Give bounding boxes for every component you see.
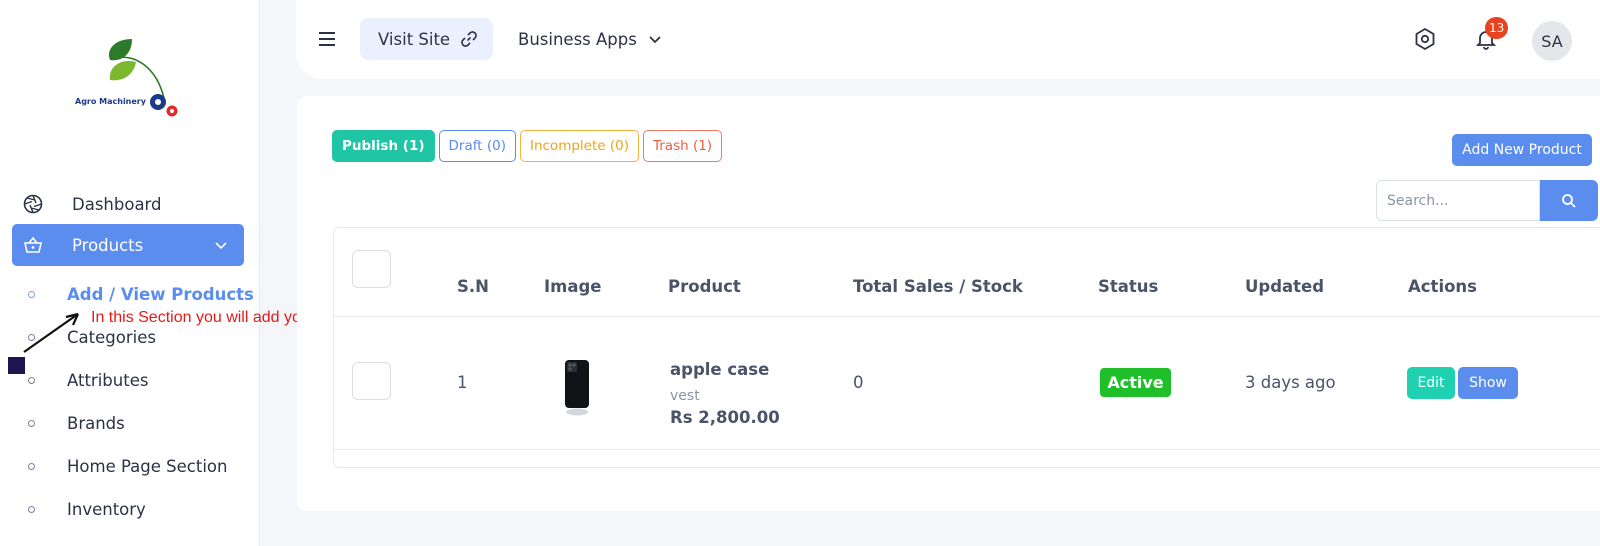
sidebar-subitem-label: Inventory xyxy=(67,499,146,519)
bullet-icon xyxy=(28,505,35,513)
search-icon xyxy=(1562,193,1576,208)
bullet-icon xyxy=(28,462,35,470)
bullet-icon xyxy=(28,290,35,298)
column-header-status[interactable]: Status xyxy=(1098,277,1158,296)
leaf-logo-icon xyxy=(108,39,178,117)
aperture-icon xyxy=(22,193,44,215)
status-badge: Active xyxy=(1100,368,1171,397)
add-new-product-button[interactable]: Add New Product xyxy=(1452,134,1592,166)
sidebar-subitem-brands[interactable]: Brands xyxy=(28,409,125,437)
sidebar-subitem-label: Brands xyxy=(67,413,125,433)
sidebar-subitem-add-view-products[interactable]: Add / View Products xyxy=(28,280,254,308)
sidebar-subitem-label: Attributes xyxy=(67,370,149,390)
business-apps-dropdown[interactable]: Business Apps xyxy=(518,18,663,60)
sidebar-subitem-home-page-section[interactable]: Home Page Section xyxy=(28,452,227,480)
products-card: Publish (1) Draft (0) Incomplete (0) Tra… xyxy=(297,96,1600,511)
bullet-icon xyxy=(28,376,35,384)
search-button[interactable] xyxy=(1540,180,1598,221)
logo-text: Agro Machinery xyxy=(75,97,146,106)
sidebar-item-dashboard[interactable]: Dashboard xyxy=(12,183,244,225)
column-header-actions: Actions xyxy=(1408,277,1477,296)
business-apps-label: Business Apps xyxy=(518,29,637,49)
sidebar-item-products[interactable]: Products xyxy=(12,224,244,266)
settings-hexagon-icon[interactable] xyxy=(1412,26,1438,52)
column-header-total-sales-stock[interactable]: Total Sales / Stock xyxy=(853,277,1023,296)
row-sales-stock: 0 xyxy=(853,373,864,392)
sidebar-item-label: Products xyxy=(72,235,144,255)
column-header-sn[interactable]: S.N xyxy=(457,277,489,296)
column-header-image: Image xyxy=(544,277,602,296)
notification-count-badge: 13 xyxy=(1485,17,1509,39)
annotation-arrow-icon xyxy=(23,312,80,353)
divider xyxy=(334,449,1600,450)
brand-logo[interactable]: Agro Machinery xyxy=(72,36,190,126)
product-thumbnail[interactable] xyxy=(563,358,591,416)
column-header-product[interactable]: Product xyxy=(668,277,741,296)
product-name-link[interactable]: apple case xyxy=(670,360,769,379)
status-tabs: Publish (1) Draft (0) Incomplete (0) Tra… xyxy=(332,130,723,162)
visit-site-button[interactable]: Visit Site xyxy=(360,18,493,60)
select-all-checkbox[interactable] xyxy=(352,250,391,288)
sidebar: Agro Machinery Dashboard Products Add / … xyxy=(0,0,260,546)
link-icon xyxy=(460,30,478,48)
tab-incomplete[interactable]: Incomplete (0) xyxy=(519,130,639,162)
row-updated: 3 days ago xyxy=(1245,373,1336,392)
sidebar-subitem-inventory[interactable]: Inventory xyxy=(28,495,146,523)
chevron-down-icon xyxy=(214,237,228,256)
tab-trash[interactable]: Trash (1) xyxy=(642,130,723,162)
tab-publish[interactable]: Publish (1) xyxy=(332,130,435,162)
tab-draft[interactable]: Draft (0) xyxy=(438,130,516,162)
divider xyxy=(334,316,1600,317)
column-header-updated[interactable]: Updated xyxy=(1245,277,1324,296)
show-button[interactable]: Show xyxy=(1458,367,1518,399)
bullet-icon xyxy=(28,419,35,427)
product-price: Rs 2,800.00 xyxy=(670,408,780,427)
row-sn: 1 xyxy=(457,373,468,392)
sidebar-subitem-label: Add / View Products xyxy=(67,284,254,304)
user-avatar[interactable]: SA xyxy=(1532,21,1572,61)
hamburger-menu-icon[interactable] xyxy=(316,28,338,50)
sidebar-item-label: Dashboard xyxy=(72,194,162,214)
edit-button[interactable]: Edit xyxy=(1407,367,1455,399)
sidebar-subitem-label: Home Page Section xyxy=(67,456,228,476)
row-select-checkbox[interactable] xyxy=(352,362,391,400)
product-category: vest xyxy=(670,388,700,404)
products-table: S.N Image Product Total Sales / Stock St… xyxy=(333,227,1600,468)
chevron-down-icon xyxy=(647,31,663,47)
topbar: Visit Site Business Apps 13 SA xyxy=(296,0,1600,79)
visit-site-label: Visit Site xyxy=(378,29,451,49)
sidebar-subitem-attributes[interactable]: Attributes xyxy=(28,366,148,394)
search-input[interactable]: Search... xyxy=(1376,180,1540,221)
basket-icon xyxy=(22,234,44,256)
